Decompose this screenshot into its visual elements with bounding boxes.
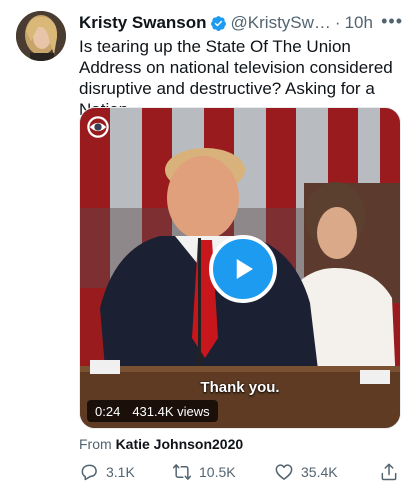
author-name[interactable]: Kristy Swanson (79, 13, 207, 33)
reply-icon (81, 464, 97, 481)
source-name[interactable]: Katie Johnson2020 (116, 436, 244, 452)
video-source: From Katie Johnson2020 (79, 436, 243, 452)
source-prefix: From (79, 436, 112, 452)
share-button[interactable] (379, 462, 399, 482)
share-icon (381, 463, 397, 481)
header-separator: · (334, 13, 341, 32)
video-caption: Thank you. (200, 379, 280, 396)
retweet-count: 10.5K (199, 464, 236, 480)
author-avatar[interactable] (16, 11, 66, 61)
play-icon (236, 259, 253, 279)
video-duration: 0:24 (95, 403, 121, 419)
verified-badge-icon (210, 15, 226, 31)
retweet-icon (172, 464, 192, 480)
tweet-actions: 3.1K 10.5K 35.4K (79, 462, 401, 486)
play-button[interactable] (209, 235, 277, 303)
tweet-time[interactable]: 10h (345, 13, 373, 33)
more-icon[interactable]: ••• (381, 11, 403, 32)
retweet-button[interactable]: 10.5K (172, 462, 236, 482)
like-icon (275, 464, 293, 480)
reply-button[interactable]: 3.1K (79, 462, 135, 482)
author-handle[interactable]: @KristySw… (231, 13, 331, 33)
video-views: 431.4K views (132, 403, 210, 419)
tweet-header: Kristy Swanson @KristySw… · 10h ••• (79, 11, 411, 35)
like-count: 35.4K (301, 464, 338, 480)
video-player[interactable]: Thank you. 0:24 431.4K views (79, 107, 401, 429)
like-button[interactable]: 35.4K (274, 462, 338, 482)
video-meta: 0:24 431.4K views (87, 400, 218, 422)
reply-count: 3.1K (106, 464, 135, 480)
avatar-photo (16, 11, 66, 61)
cbs-eye-icon (87, 116, 109, 138)
